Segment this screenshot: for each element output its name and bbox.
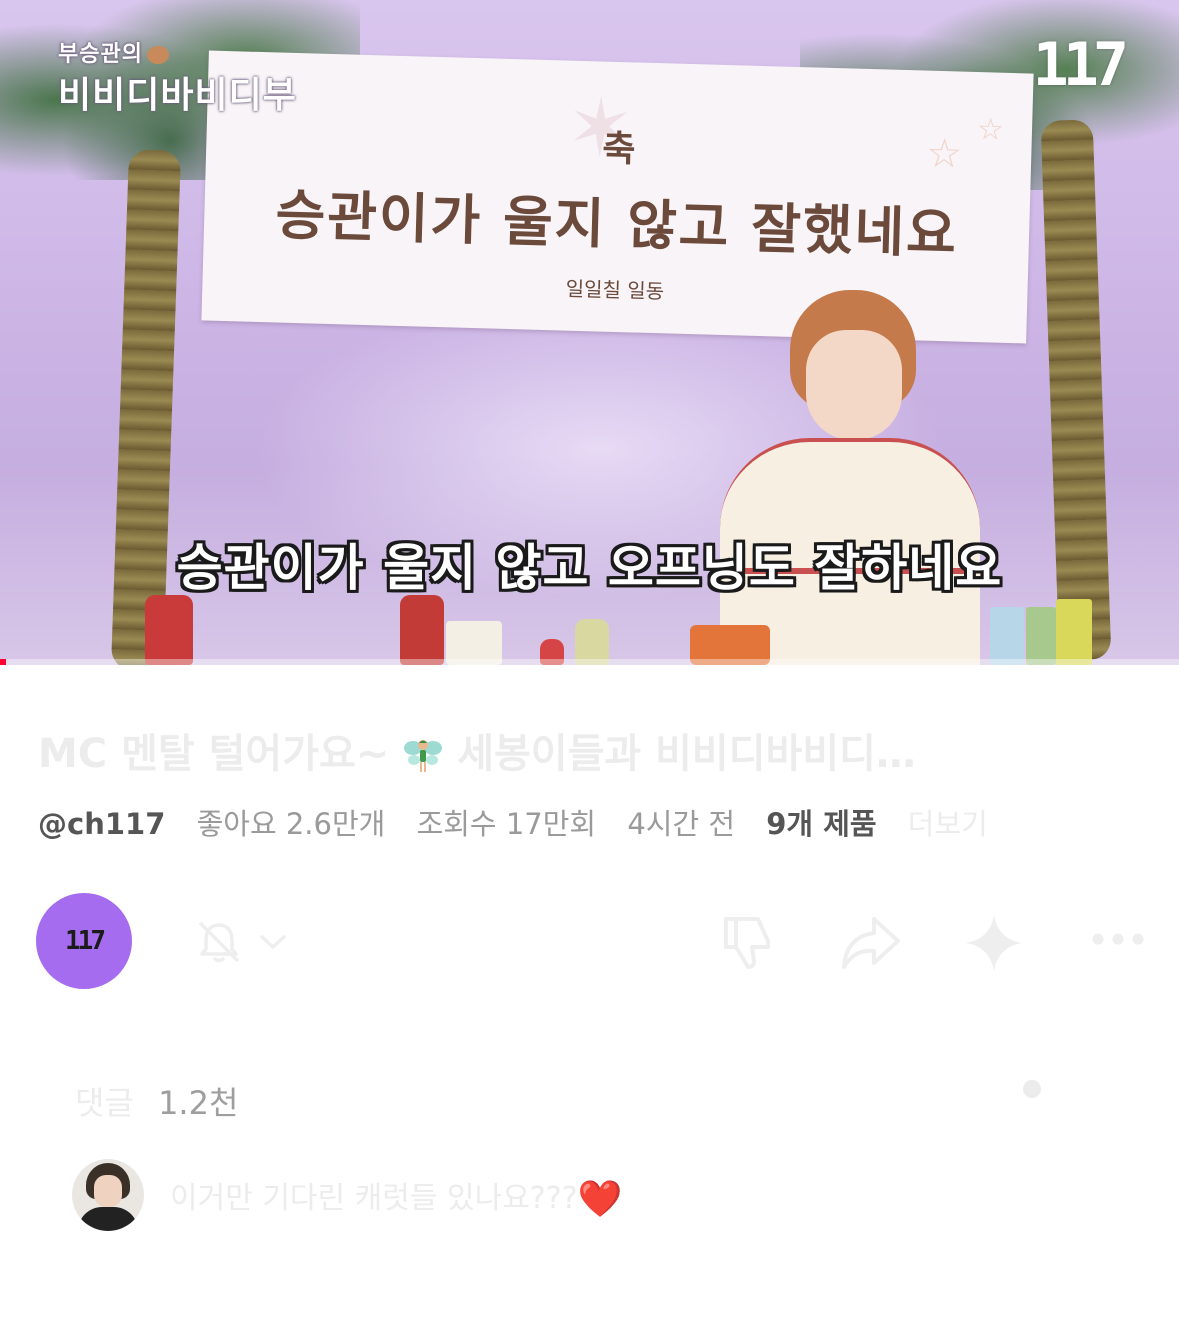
show-logo: 부승관의 비비디바비디부 [58,36,297,118]
share-icon[interactable] [836,911,906,973]
comment-body: 이거만 기다린 캐럿들 있나요??? [170,1181,578,1216]
video-metadata: @ch117 좋아요 2.6만개 조회수 17만회 4시간 전 9개 제품 더보… [38,801,1010,843]
video-title[interactable]: MC 멘탈 털어가요~ 세봉이들과 비비디바비디… [38,721,1118,779]
channel-avatar[interactable]: 117 [36,893,132,989]
views-count: 조회수 17만회 [416,807,597,841]
progress-fill [0,659,6,665]
show-logo-line1: 부승관의 [58,42,143,67]
comments-label: 댓글 [75,1084,134,1122]
show-logo-line2: 비비디바비디부 [58,75,297,116]
bell-icon[interactable] [194,917,244,967]
fairy-emoji-icon [404,740,443,772]
video-subtitle: 승관이가 울지 않고 오프닝도 잘하네요 [176,539,1003,597]
channel-handle-link[interactable]: @ch117 [38,807,165,841]
channel-watermark: 117 [1032,30,1129,100]
products-link[interactable]: 9개 제품 [766,807,876,841]
expand-indicator-icon[interactable] [1023,1080,1041,1098]
video-info-sheet: MC 멘탈 털어가요~ 세봉이들과 비비디바비디… @ch117 좋아요 2.6… [0,665,1179,1318]
comments-count: 1.2천 [158,1084,239,1122]
video-player[interactable]: ✶ ☆ ☆ 축 승관이가 울지 않고 잘했네요 일일칠 일동 부승관의 비비디바… [0,0,1179,665]
heart-emoji-icon: ❤️ [577,1179,623,1220]
title-prefix: MC 멘탈 털어가요~ [38,731,390,777]
dislike-icon[interactable] [718,911,780,973]
sparkle-icon[interactable] [962,911,1026,975]
chevron-down-icon[interactable] [256,931,290,953]
likes-count: 좋아요 2.6만개 [196,807,386,841]
commenter-avatar [72,1159,144,1231]
comment-preview[interactable]: 이거만 기다린 캐럿들 있나요???❤️ [72,1159,1152,1231]
bear-icon [146,46,169,64]
comment-text: 이거만 기다린 캐럿들 있나요???❤️ [170,1173,622,1220]
action-row: 117 [0,893,1179,993]
banner-main-text: 승관이가 울지 않고 잘했네요 [274,183,959,266]
comments-header[interactable]: 댓글 1.2천 [75,1078,238,1124]
title-suffix: 세봉이들과 비비디바비디… [457,731,916,777]
more-link[interactable]: 더보기 [908,807,988,841]
upload-time: 4시간 전 [627,807,736,841]
more-icon[interactable] [1090,931,1146,947]
